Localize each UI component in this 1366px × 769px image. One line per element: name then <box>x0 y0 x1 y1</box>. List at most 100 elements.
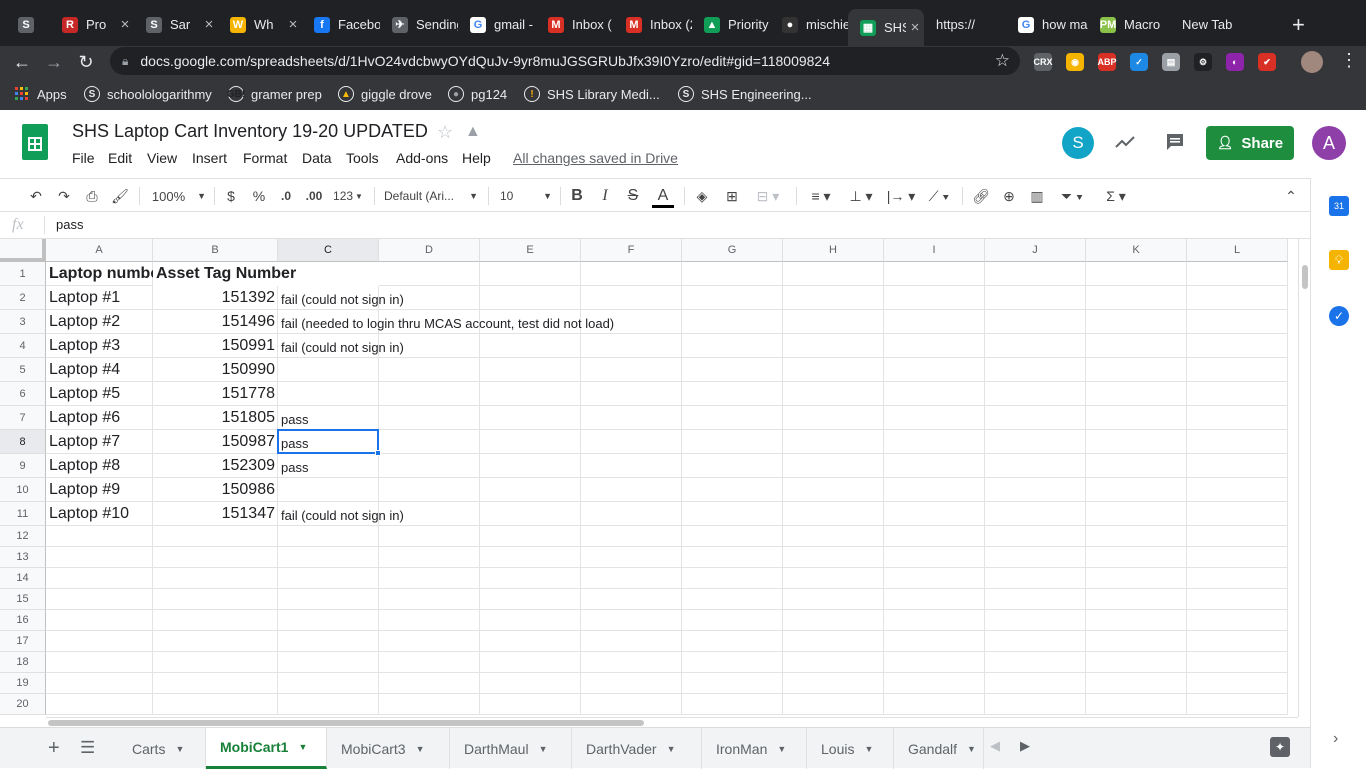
grid-cell[interactable] <box>1187 382 1288 406</box>
laptop-cell[interactable]: Laptop #5 <box>46 382 153 406</box>
percent-format-button[interactable]: % <box>250 186 268 206</box>
scroll-tabs-left-icon[interactable]: ◀ <box>990 738 1000 754</box>
grid-cell[interactable] <box>1086 652 1187 673</box>
grid-cell[interactable] <box>1187 568 1288 589</box>
grid-cell[interactable] <box>884 610 985 631</box>
grid-cell[interactable] <box>1187 547 1288 568</box>
grid-cell[interactable] <box>153 631 278 652</box>
grid-cell[interactable] <box>581 610 682 631</box>
grid-cell[interactable] <box>682 310 783 334</box>
close-tab-icon[interactable]: × <box>116 16 134 33</box>
collaborator-avatar[interactable]: S <box>1062 127 1094 159</box>
grid-cell[interactable] <box>682 454 783 478</box>
bold-button[interactable]: B <box>568 186 586 206</box>
extension-icon[interactable]: ABP <box>1098 53 1117 71</box>
grid-cell[interactable] <box>1187 310 1288 334</box>
grid-cell[interactable] <box>480 694 581 715</box>
grid-cell[interactable] <box>682 547 783 568</box>
sheet-tab[interactable]: IronMan ▼ <box>702 728 807 769</box>
menu-edit[interactable]: Edit <box>108 150 132 166</box>
grid-cell[interactable] <box>884 310 985 334</box>
grid-cell[interactable] <box>278 478 379 502</box>
horizontal-align-icon[interactable]: ≡ ▾ <box>804 186 838 206</box>
grid-cell[interactable] <box>985 652 1086 673</box>
grid-cell[interactable] <box>783 478 884 502</box>
header-cell-laptop-number[interactable]: Laptop number <box>46 262 153 286</box>
asset-tag-cell[interactable]: 150987 <box>153 430 278 454</box>
grid-cell[interactable] <box>1187 430 1288 454</box>
grid-cell[interactable] <box>884 286 985 310</box>
grid-cell[interactable] <box>884 334 985 358</box>
grid-cell[interactable] <box>278 526 379 547</box>
sheet-tab[interactable]: MobiCart1 ▼ <box>206 728 327 769</box>
grid-cell[interactable] <box>480 547 581 568</box>
grid-cell[interactable] <box>682 262 783 286</box>
grid-cell[interactable] <box>379 631 480 652</box>
column-header[interactable]: I <box>884 239 985 262</box>
grid-cell[interactable] <box>46 694 153 715</box>
grid-cell[interactable] <box>1187 334 1288 358</box>
grid-cell[interactable] <box>783 589 884 610</box>
extension-icon[interactable]: ◉ <box>1066 53 1084 71</box>
grid-cell[interactable] <box>985 430 1086 454</box>
row-header[interactable]: 13 <box>0 547 46 568</box>
font-family-select[interactable]: Default (Ari... ▼ <box>384 186 478 206</box>
grid-cell[interactable] <box>783 526 884 547</box>
sheets-logo-icon[interactable] <box>22 124 48 160</box>
row-header[interactable]: 3 <box>0 310 46 334</box>
column-header[interactable]: C <box>278 239 379 262</box>
grid-cell[interactable] <box>480 382 581 406</box>
grid-cell[interactable] <box>783 358 884 382</box>
insert-chart-icon[interactable]: ▥ <box>1026 186 1048 206</box>
vertical-scroll-thumb[interactable] <box>1302 265 1308 289</box>
grid-cell[interactable] <box>379 568 480 589</box>
grid-cell[interactable] <box>783 568 884 589</box>
grid-cell[interactable] <box>480 358 581 382</box>
status-cell[interactable]: fail (needed to login thru MCAS account,… <box>278 310 678 334</box>
currency-format-button[interactable]: $ <box>222 186 240 206</box>
row-header[interactable]: 6 <box>0 382 46 406</box>
grid-cell[interactable] <box>379 478 480 502</box>
browser-tab[interactable]: f Facebo <box>302 9 380 40</box>
asset-tag-cell[interactable]: 151805 <box>153 406 278 430</box>
grid-cell[interactable] <box>884 547 985 568</box>
expand-panel-icon[interactable]: › <box>1333 730 1338 748</box>
row-header[interactable]: 12 <box>0 526 46 547</box>
horizontal-scroll-thumb[interactable] <box>48 720 644 726</box>
bookmark-item[interactable]: ● pg124 <box>448 84 507 104</box>
strikethrough-button[interactable]: S <box>624 186 642 206</box>
status-cell[interactable]: pass <box>278 454 678 478</box>
menu-tools[interactable]: Tools <box>346 150 379 166</box>
grid-cell[interactable] <box>46 526 153 547</box>
status-cell[interactable]: fail (could not sign in) <box>278 502 678 526</box>
grid-cell[interactable] <box>379 589 480 610</box>
grid-cell[interactable] <box>278 694 379 715</box>
grid-cell[interactable] <box>1086 310 1187 334</box>
explore-icon[interactable]: ✦ <box>1270 737 1290 757</box>
grid-cell[interactable] <box>985 454 1086 478</box>
grid-cell[interactable] <box>985 382 1086 406</box>
grid-cell[interactable] <box>1187 589 1288 610</box>
grid-cell[interactable] <box>884 631 985 652</box>
laptop-cell[interactable]: Laptop #9 <box>46 478 153 502</box>
row-header[interactable]: 4 <box>0 334 46 358</box>
grid-cell[interactable] <box>783 694 884 715</box>
grid-cell[interactable] <box>783 547 884 568</box>
grid-cell[interactable] <box>1187 262 1288 286</box>
bookmark-item[interactable]: ! SHS Library Medi... <box>524 84 660 104</box>
grid-cell[interactable] <box>480 652 581 673</box>
grid-cell[interactable] <box>1187 478 1288 502</box>
grid-cell[interactable] <box>1086 334 1187 358</box>
menu-view[interactable]: View <box>147 150 177 166</box>
grid-cell[interactable] <box>379 673 480 694</box>
laptop-cell[interactable]: Laptop #6 <box>46 406 153 430</box>
close-tab-icon[interactable]: × <box>200 16 218 33</box>
collapse-toolbar-icon[interactable]: ⌃ <box>1280 186 1302 206</box>
grid-cell[interactable] <box>682 568 783 589</box>
grid-cell[interactable] <box>278 631 379 652</box>
grid-cell[interactable] <box>1187 652 1288 673</box>
grid-cell[interactable] <box>682 406 783 430</box>
grid-cell[interactable] <box>985 568 1086 589</box>
document-title[interactable]: SHS Laptop Cart Inventory 19-20 UPDATED <box>72 121 428 142</box>
row-header[interactable]: 18 <box>0 652 46 673</box>
